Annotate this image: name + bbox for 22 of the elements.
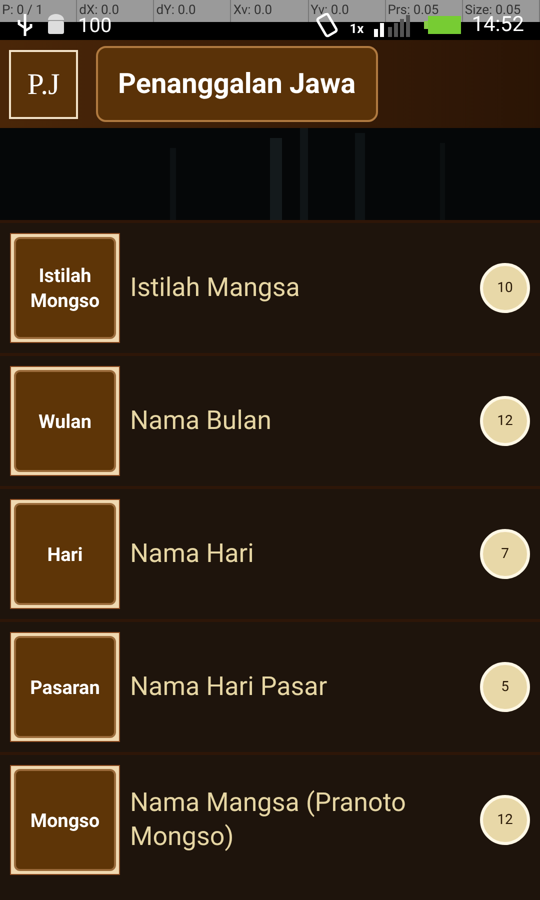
network-type: 1x [350,22,364,36]
item-title: Nama Hari Pasar [129,671,328,704]
debug-readout: dY: 0.0 [154,0,232,22]
count-badge: 5 [480,662,530,712]
count-badge: 10 [480,263,530,313]
battery-icon [424,15,462,35]
count-badge: 7 [480,529,530,579]
item-title: Nama Bulan [129,405,272,438]
count-badge: 12 [480,795,530,845]
category-tile: Wulan [10,366,120,476]
app-title: Penanggalan Jawa [96,46,378,122]
item-title: Nama Mangsa (Pranoto Mongso) [129,787,407,854]
category-tile: Istilah Mongso [10,233,120,343]
category-tile: Hari [10,499,120,609]
app-logo: P.J [9,50,78,118]
category-tile: Mongso [10,765,120,875]
debug-readout: Yv: 0.0 [308,0,386,22]
item-title: Nama Hari [129,538,255,571]
category-tile: Pasaran [10,632,120,742]
count-badge: 12 [480,396,530,446]
item-title: Istilah Mangsa [129,272,301,305]
debug-readout: Xv: 0.0 [231,0,309,22]
